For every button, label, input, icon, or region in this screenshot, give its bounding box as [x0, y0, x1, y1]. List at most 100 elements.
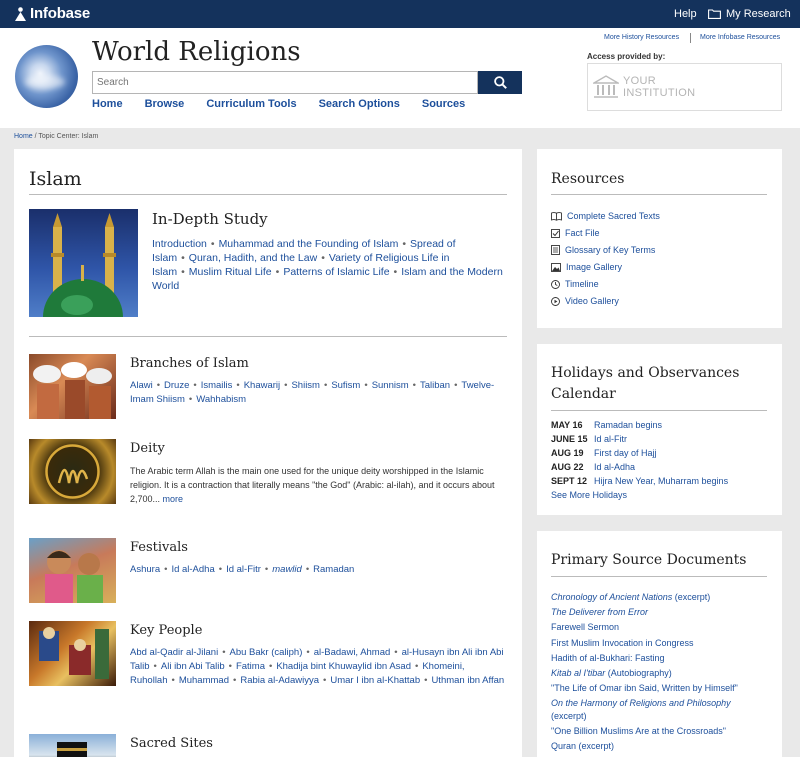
primary-source-item[interactable]: On the Harmony of Religions and Philosop…	[551, 697, 767, 723]
resources-card: Resources Complete Sacred Texts Fact Fil…	[537, 149, 782, 328]
help-link[interactable]: Help	[674, 8, 697, 20]
link-abd-al-qadir[interactable]: Abd al-Qadir al-Jilani	[130, 647, 218, 658]
holiday-date: MAY 16	[551, 420, 583, 430]
resource-label: Glossary of Key Terms	[565, 245, 656, 255]
breadcrumb-home[interactable]: Home	[14, 133, 33, 140]
more-infobase-link[interactable]: More Infobase Resources	[700, 34, 780, 41]
document-icon	[551, 245, 560, 255]
resource-fact-file[interactable]: Fact File	[551, 228, 600, 238]
link-id-al-fitr[interactable]: Id al-Fitr	[226, 564, 261, 575]
holiday-name[interactable]: Id al-Fitr	[594, 434, 627, 444]
mosque-illustration	[43, 213, 123, 317]
nav-search-options[interactable]: Search Options	[319, 98, 400, 110]
source-title: Kitab al I'tibar	[551, 668, 606, 678]
divider	[690, 33, 691, 43]
link-abu-bakr[interactable]: Abu Bakr (caliph)	[230, 647, 303, 658]
clock-icon	[551, 279, 560, 289]
primary-source-item[interactable]: Hadith of al-Bukhari: Fasting	[551, 652, 767, 665]
my-research-link[interactable]: My Research	[708, 8, 791, 20]
more-history-link[interactable]: More History Resources	[604, 34, 679, 41]
deity-image[interactable]	[29, 439, 116, 504]
link-al-badawi[interactable]: al-Badawi, Ahmad	[314, 647, 391, 658]
nav-browse[interactable]: Browse	[145, 98, 185, 110]
holiday-row: JUNE 15 Id al-Fitr	[551, 434, 627, 444]
link-fatima[interactable]: Fatima	[236, 661, 265, 672]
site-title[interactable]: World Religions	[92, 37, 301, 67]
holiday-name[interactable]: Hijra New Year, Muharram begins	[594, 476, 728, 486]
link-patterns-islamic-life[interactable]: Patterns of Islamic Life	[283, 266, 389, 278]
indepth-links: Introduction • Muhammad and the Founding o…	[152, 238, 503, 292]
primary-source-item[interactable]: Quran (excerpt)	[551, 740, 767, 753]
resource-complete-sacred-texts[interactable]: Complete Sacred Texts	[551, 211, 660, 221]
link-quran-hadith-law[interactable]: Quran, Hadith, and the Law	[189, 252, 317, 264]
link-mawlid[interactable]: mawlid	[272, 564, 302, 575]
link-shiism[interactable]: Shiism	[291, 380, 320, 391]
divider	[551, 194, 767, 195]
link-taliban[interactable]: Taliban	[420, 380, 450, 391]
holiday-name[interactable]: Id al-Adha	[594, 462, 635, 472]
mosque-dome-image[interactable]	[29, 209, 138, 317]
link-alawi[interactable]: Alawi	[130, 380, 153, 391]
link-ismailis[interactable]: Ismailis	[201, 380, 233, 391]
link-wahhabism[interactable]: Wahhabism	[196, 394, 246, 405]
resource-label: Image Gallery	[566, 262, 623, 272]
deity-more-link[interactable]: more	[163, 494, 184, 504]
link-ali-ibn-abi-talib[interactable]: Ali ibn Abi Talib	[161, 661, 225, 672]
holiday-name[interactable]: First day of Hajj	[594, 448, 657, 458]
primary-source-item[interactable]: Farewell Sermon	[551, 621, 767, 634]
link-muslim-ritual-life[interactable]: Muslim Ritual Life	[189, 266, 272, 278]
holiday-row: AUG 19 First day of Hajj	[551, 448, 657, 458]
primary-source-item[interactable]: Chronology of Ancient Nations (excerpt)	[551, 591, 767, 604]
nav-sources[interactable]: Sources	[422, 98, 465, 110]
link-sufism[interactable]: Sufism	[331, 380, 360, 391]
branches-image[interactable]	[29, 354, 116, 419]
link-rabia[interactable]: Rabia al-Adawiyya	[240, 675, 319, 686]
link-ashura[interactable]: Ashura	[130, 564, 160, 575]
see-more-holidays-link[interactable]: See More Holidays	[551, 490, 627, 500]
breadcrumb-current: / Topic Center: Islam	[32, 133, 99, 140]
holiday-name[interactable]: Ramadan begins	[594, 420, 662, 430]
institution-text: YOUR INSTITUTION	[623, 75, 695, 99]
sacred-sites-image[interactable]	[29, 734, 116, 757]
logo-text: Infobase	[30, 5, 91, 22]
resource-video-gallery[interactable]: Video Gallery	[551, 296, 619, 306]
section-title-sacred-sites: Sacred Sites	[130, 736, 213, 751]
link-muhammad-founding[interactable]: Muhammad and the Founding of Islam	[219, 238, 399, 250]
link-sunnism[interactable]: Sunnism	[372, 380, 409, 391]
link-umar[interactable]: Umar I ibn al-Khattab	[330, 675, 420, 686]
resources-title: Resources	[551, 171, 625, 187]
primary-sources-card: Primary Source Documents Chronology of A…	[537, 531, 782, 757]
key-people-links: Abd al-Qadir al-Jilani • Abu Bakr (caliph)…	[130, 647, 505, 686]
source-note: (excerpt)	[672, 592, 711, 602]
primary-source-item[interactable]: First Muslim Invocation in Congress	[551, 637, 767, 650]
primary-source-item[interactable]: "The Life of Omar ibn Said, Written by H…	[551, 682, 767, 695]
holiday-date: JUNE 15	[551, 434, 588, 444]
kaaba-illustration	[57, 742, 87, 757]
primary-source-item[interactable]: The Deliverer from Error	[551, 606, 767, 619]
primary-source-item[interactable]: Kitab al I'tibar (Autobiography)	[551, 667, 767, 680]
link-druze[interactable]: Druze	[164, 380, 189, 391]
key-people-image[interactable]	[29, 621, 116, 686]
search-button[interactable]	[478, 71, 522, 94]
site-header: World Religions Home Browse Curriculum T…	[0, 28, 800, 128]
infobase-logo[interactable]: Infobase	[14, 5, 90, 22]
nav-home[interactable]: Home	[92, 98, 123, 110]
resource-timeline[interactable]: Timeline	[551, 279, 599, 289]
link-muhammad[interactable]: Muhammad	[179, 675, 229, 686]
institution-logo: YOUR INSTITUTION	[587, 63, 782, 111]
link-khawarij[interactable]: Khawarij	[244, 380, 280, 391]
link-introduction[interactable]: Introduction	[152, 238, 207, 250]
branches-links: Alawi • Druze • Ismailis • Khawarij • Shiism • Suf…	[130, 380, 495, 405]
link-ramadan[interactable]: Ramadan	[313, 564, 354, 575]
festivals-image[interactable]	[29, 538, 116, 603]
link-uthman[interactable]: Uthman ibn Affan	[431, 675, 504, 686]
primary-source-item[interactable]: "One Billion Muslims Are at the Crossroa…	[551, 725, 767, 738]
deity-description: The Arabic term Allah is the main one us…	[130, 464, 508, 506]
resource-image-gallery[interactable]: Image Gallery	[551, 262, 622, 272]
nav-curriculum-tools[interactable]: Curriculum Tools	[206, 98, 296, 110]
link-khadija[interactable]: Khadija bint Khuwaylid ibn Asad	[276, 661, 411, 672]
search-input[interactable]	[92, 71, 478, 94]
link-id-al-adha[interactable]: Id al-Adha	[171, 564, 214, 575]
site-logo-image	[15, 45, 78, 108]
resource-glossary[interactable]: Glossary of Key Terms	[551, 245, 655, 255]
